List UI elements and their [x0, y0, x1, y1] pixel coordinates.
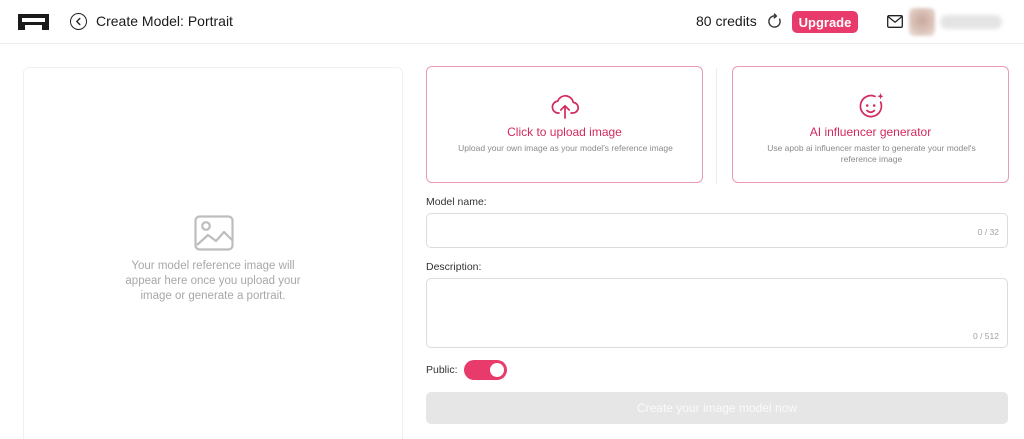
description-counter: 0 / 512	[973, 331, 999, 341]
credits-count: 80 credits	[696, 13, 757, 29]
page-title: Create Model: Portrait	[96, 13, 233, 29]
public-label: Public:	[426, 364, 458, 376]
cloud-upload-icon	[551, 94, 579, 119]
upload-image-card[interactable]: Click to upload image Upload your own im…	[426, 66, 703, 183]
top-bar: Create Model: Portrait 80 credits Upgrad…	[0, 0, 1024, 44]
preview-placeholder-text: Your model reference image will appear h…	[125, 260, 301, 302]
face-sparkle-icon	[859, 92, 884, 118]
upgrade-button[interactable]: Upgrade	[792, 11, 858, 33]
refresh-icon[interactable]	[766, 13, 783, 30]
image-placeholder-icon	[194, 215, 234, 251]
description-input[interactable]	[427, 279, 1007, 347]
public-toggle[interactable]	[464, 360, 507, 380]
description-field[interactable]: 0 / 512	[426, 278, 1008, 348]
toggle-knob	[490, 363, 504, 377]
card-divider	[716, 68, 717, 184]
ai-card-description: Use apob ai influencer master to generat…	[767, 143, 976, 164]
model-name-field[interactable]: 0 / 32	[426, 213, 1008, 248]
model-name-input[interactable]	[427, 214, 1007, 247]
model-name-counter: 0 / 32	[977, 227, 999, 237]
back-button[interactable]	[70, 13, 87, 30]
upload-card-description: Upload your own image as your model's re…	[458, 143, 673, 153]
upload-card-title: Click to upload image	[507, 125, 622, 139]
model-name-label: Model name:	[426, 196, 487, 208]
reference-image-preview	[23, 67, 403, 439]
ai-card-title: AI influencer generator	[809, 125, 932, 139]
ai-influencer-card[interactable]: AI influencer generator Use apob ai infl…	[732, 66, 1009, 183]
back-arrow-icon	[76, 17, 81, 26]
description-label: Description:	[426, 261, 482, 273]
logo-icon[interactable]	[18, 14, 49, 30]
username[interactable]	[940, 15, 1002, 29]
avatar[interactable]	[909, 8, 935, 36]
create-model-button[interactable]: Create your image model now	[426, 392, 1008, 424]
mail-icon[interactable]	[887, 15, 903, 28]
